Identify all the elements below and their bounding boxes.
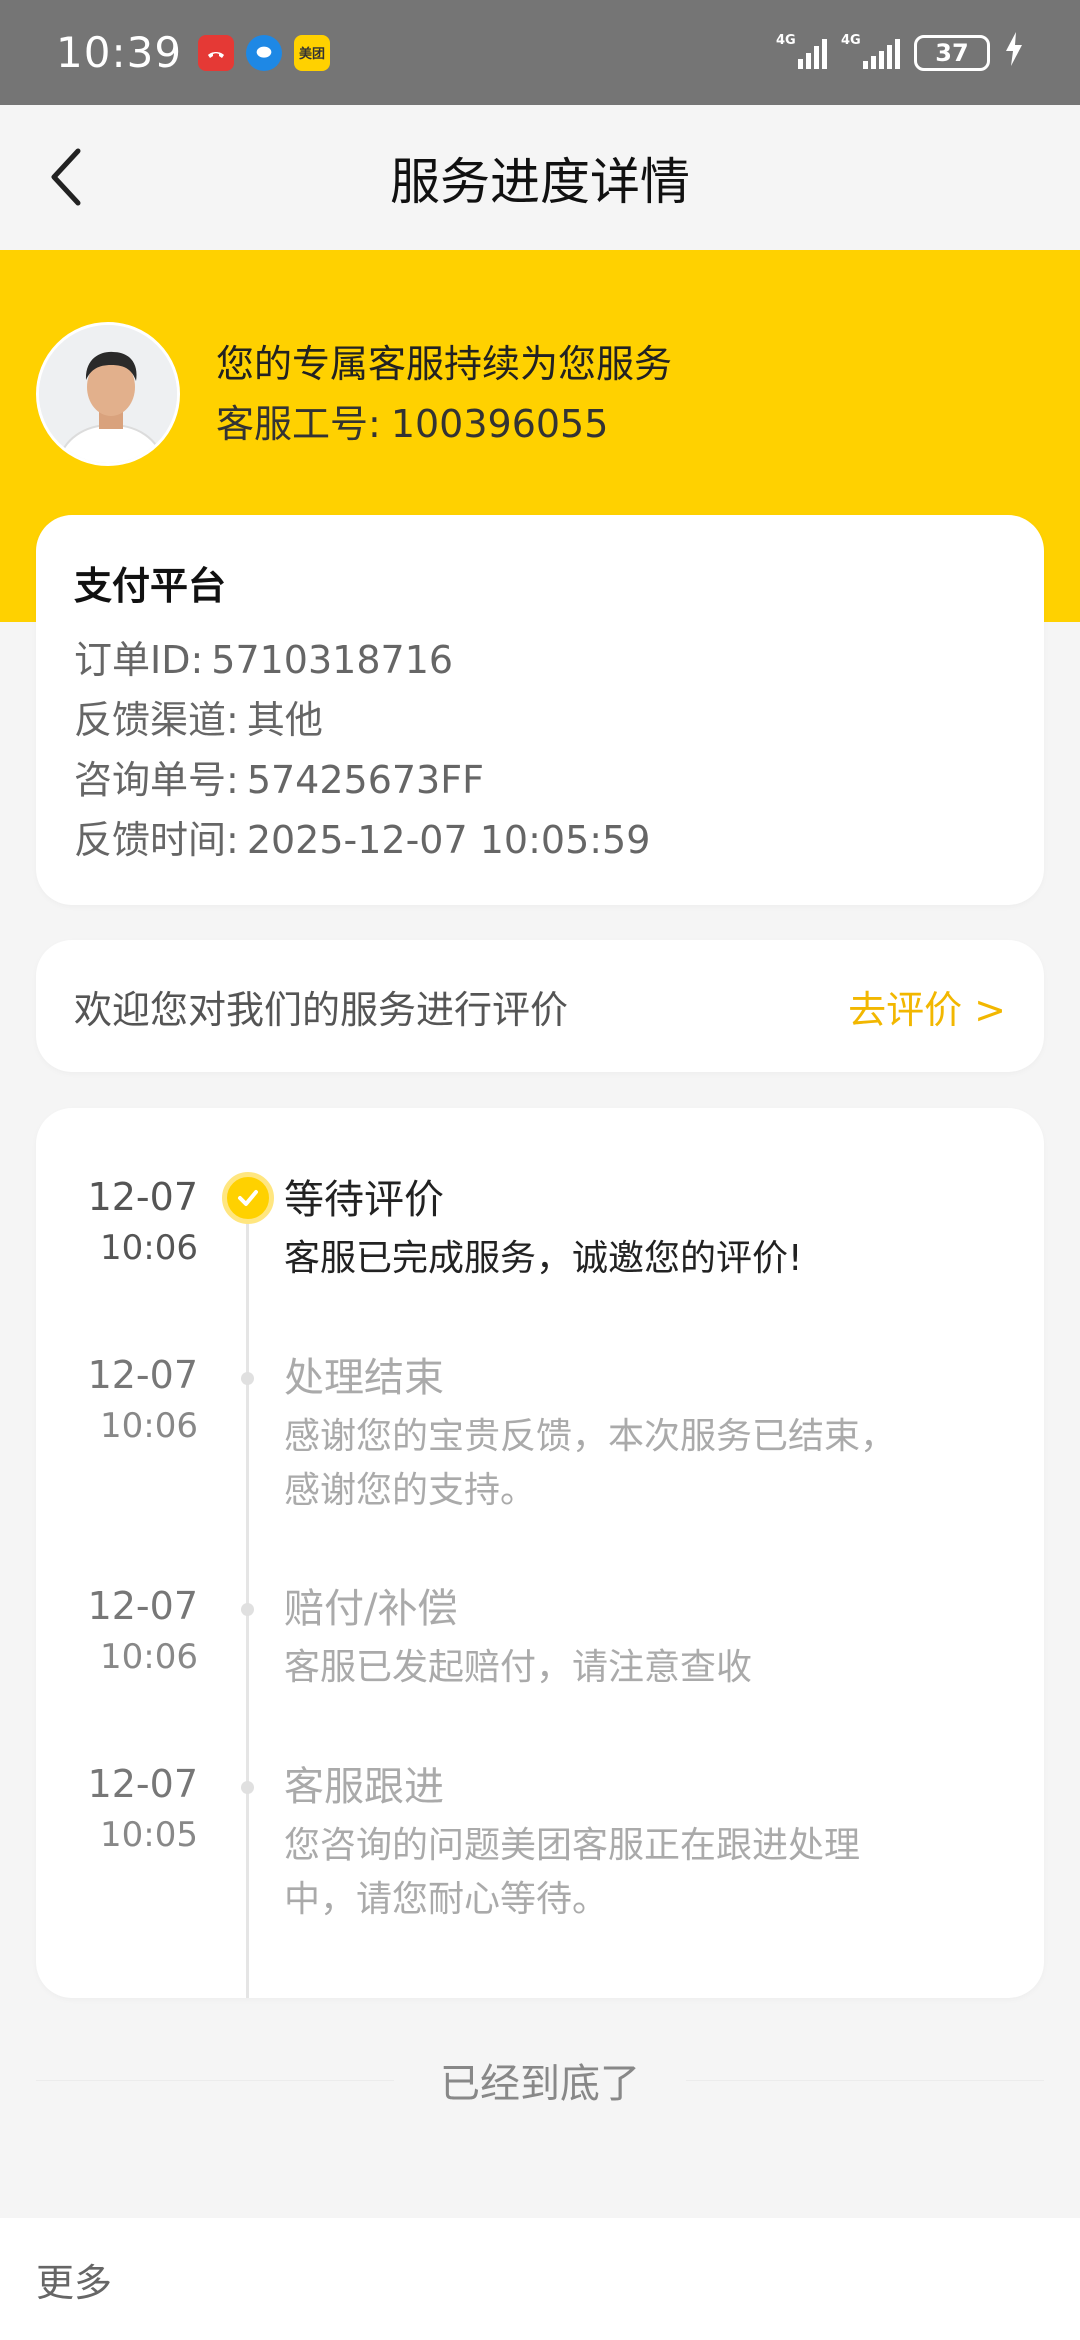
timeline-dot xyxy=(241,1603,254,1616)
timeline-desc: 感谢您的宝贵反馈，本次服务已结束， 感谢您的支持。 xyxy=(284,1416,897,1511)
meituan-app-icon: 美团 xyxy=(294,34,331,71)
timeline-title: 等待评价 xyxy=(284,1177,444,1223)
timeline-body: 客服跟进 您咨询的问题美团客服正在跟进处理 中，请您耐心等待。 xyxy=(284,1759,944,1927)
page-title: 服务进度详情 xyxy=(390,152,690,211)
more-button[interactable]: 更多 xyxy=(36,2252,112,2307)
review-prompt: 欢迎您对我们的服务进行评价 xyxy=(74,987,569,1032)
agent-id-label: 客服工号: xyxy=(216,402,381,446)
back-button[interactable] xyxy=(30,141,102,213)
status-right: 4G 4G 37 xyxy=(776,32,1024,73)
timeline-body: 赔付/补偿 客服已发起赔付，请注意查收 xyxy=(284,1581,944,1695)
timeline-date: 12-07 10:05 xyxy=(87,1762,198,1855)
info-value: 57425673FF xyxy=(246,758,484,802)
notification-icons: 美团 xyxy=(198,34,331,71)
timeline-title: 赔付/补偿 xyxy=(284,1586,458,1632)
bottom-bar: 更多 xyxy=(0,2218,1080,2340)
message-icon xyxy=(246,34,283,71)
info-label: 咨询单号: xyxy=(74,758,239,802)
avatar xyxy=(36,322,180,466)
info-row-channel: 反馈渠道: 其他 xyxy=(74,690,1006,750)
timeline-dot xyxy=(241,1781,254,1794)
info-value: 2025-12-07 10:05:59 xyxy=(246,818,651,862)
signal-icon: 4G xyxy=(776,33,827,69)
timeline-desc: 客服已发起赔付，请注意查收 xyxy=(284,1647,753,1688)
battery-icon: 37 xyxy=(914,34,990,71)
end-of-list: 已经到底了 xyxy=(36,2050,1044,2110)
info-label: 反馈渠道: xyxy=(74,698,239,742)
status-time: 10:39 xyxy=(56,28,183,77)
timeline-body: 处理结束 感谢您的宝贵反馈，本次服务已结束， 感谢您的支持。 xyxy=(284,1350,944,1518)
timeline-date: 12-07 10:06 xyxy=(87,1353,198,1446)
timeline-date: 12-07 10:06 xyxy=(87,1584,198,1677)
timeline-title: 处理结束 xyxy=(284,1355,444,1401)
info-row-time: 反馈时间: 2025-12-07 10:05:59 xyxy=(74,810,1006,870)
go-review-link[interactable]: 去评价 > xyxy=(848,979,1006,1034)
nav-bar: 服务进度详情 xyxy=(0,105,1080,250)
timeline-desc: 您咨询的问题美团客服正在跟进处理 中，请您耐心等待。 xyxy=(284,1825,861,1920)
timeline-date: 12-07 10:06 xyxy=(87,1175,198,1268)
agent-row: 您的专属客服持续为您服务 客服工号: 100396055 xyxy=(36,322,672,466)
status-bar: 10:39 美团 4G 4G 37 xyxy=(0,0,1080,105)
info-value: 5710318716 xyxy=(211,638,454,682)
agent-greeting: 您的专属客服持续为您服务 xyxy=(216,342,673,386)
signal-icon: 4G xyxy=(841,33,900,69)
info-row-order-id: 订单ID: 5710318716 xyxy=(74,630,1006,690)
info-title: 支付平台 xyxy=(74,564,227,608)
timeline-desc: 客服已完成服务，诚邀您的评价! xyxy=(284,1238,803,1279)
charging-icon xyxy=(1004,32,1024,73)
agent-info: 您的专属客服持续为您服务 客服工号: 100396055 xyxy=(216,334,672,454)
back-arrow-icon xyxy=(51,148,81,206)
timeline-dot xyxy=(241,1372,254,1385)
review-card: 欢迎您对我们的服务进行评价 去评价 > xyxy=(36,940,1044,1072)
missed-call-icon xyxy=(198,34,235,71)
progress-timeline: 12-07 10:06 等待评价 客服已完成服务，诚邀您的评价! 12-07 1… xyxy=(36,1108,1044,1998)
agent-id-value: 100396055 xyxy=(390,402,609,446)
timeline-line xyxy=(246,1188,249,1998)
order-info-card: 支付平台 订单ID: 5710318716 反馈渠道: 其他 咨询单号: 574256… xyxy=(36,515,1044,905)
check-icon xyxy=(222,1172,274,1224)
info-value: 其他 xyxy=(246,698,323,742)
info-label: 反馈时间: xyxy=(74,818,239,862)
end-text: 已经到底了 xyxy=(440,2061,640,2107)
info-label: 订单ID: xyxy=(74,638,204,682)
agent-id: 客服工号: 100396055 xyxy=(216,394,672,454)
timeline-title: 客服跟进 xyxy=(284,1764,444,1810)
timeline-body: 等待评价 客服已完成服务，诚邀您的评价! xyxy=(284,1172,944,1286)
info-row-ticket: 咨询单号: 57425673FF xyxy=(74,750,1006,810)
